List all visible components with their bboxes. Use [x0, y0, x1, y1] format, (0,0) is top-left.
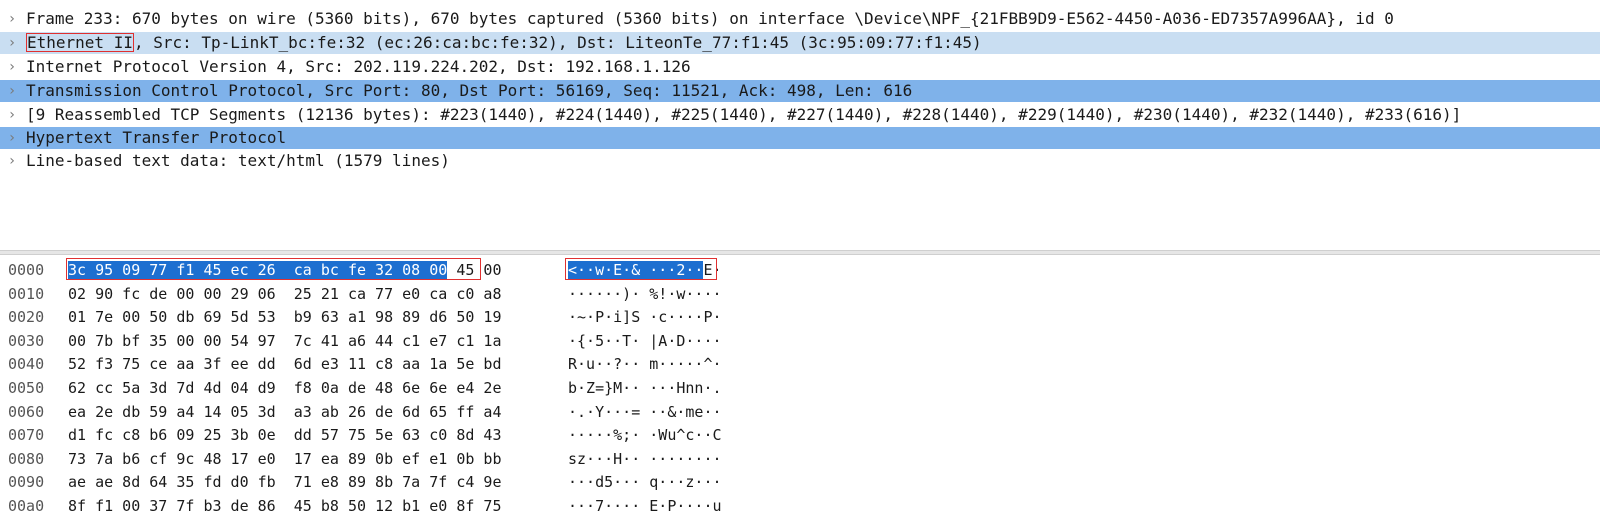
- hex-bytes[interactable]: ea 2e db 59 a4 14 05 3d a3 ab 26 de 6d 6…: [68, 401, 501, 423]
- hex-offset: 0020: [8, 308, 45, 327]
- ascii-text[interactable]: ······)· %!·w····: [568, 283, 722, 305]
- tree-item-reassembled-segments[interactable]: › [9 Reassembled TCP Segments (12136 byt…: [0, 104, 1600, 126]
- ascii-text[interactable]: b·Z=}M·· ···Hnn·.: [568, 377, 722, 399]
- ascii-text[interactable]: ···d5··· q···z···: [568, 471, 722, 493]
- hex-bytes[interactable]: 62 cc 5a 3d 7d 4d 04 d9 f8 0a de 48 6e 6…: [68, 377, 501, 399]
- hex-bytes[interactable]: 73 7a b6 cf 9c 48 17 e0 17 ea 89 0b ef e…: [68, 448, 501, 470]
- tree-item-http[interactable]: › Hypertext Transfer Protocol: [0, 127, 1600, 149]
- expand-chevron-icon[interactable]: ›: [6, 80, 18, 102]
- expand-chevron-icon[interactable]: ›: [6, 8, 18, 30]
- expand-chevron-icon[interactable]: ›: [6, 104, 18, 126]
- selected-ascii-highlight-box: [565, 258, 717, 280]
- hex-bytes[interactable]: ae ae 8d 64 35 fd d0 fb 71 e8 89 8b 7a 7…: [68, 471, 501, 493]
- hex-offset: 00a0: [8, 497, 45, 515]
- ascii-text[interactable]: ·~·P·i]S ·c····P·: [568, 306, 722, 328]
- hex-offset: 0010: [8, 284, 45, 303]
- tree-item-ethernet[interactable]: › Ethernet II, Src: Tp-LinkT_bc:fe:32 (e…: [0, 32, 1600, 54]
- hex-offset: 0060: [8, 402, 45, 421]
- tree-item-ipv4[interactable]: › Internet Protocol Version 4, Src: 202.…: [0, 56, 1600, 78]
- hex-bytes[interactable]: 01 7e 00 50 db 69 5d 53 b9 63 a1 98 89 d…: [68, 306, 501, 328]
- expand-chevron-icon[interactable]: ›: [6, 150, 18, 172]
- hex-offset: 0090: [8, 473, 45, 492]
- hex-offset: 0080: [8, 449, 45, 468]
- hex-offset: 0000: [8, 261, 45, 279]
- hex-offset: 0070: [8, 426, 45, 445]
- ascii-text[interactable]: sz···H·· ········: [568, 448, 722, 470]
- tree-item-ethernet-head: Ethernet II: [26, 33, 134, 52]
- tree-item-label: [9 Reassembled TCP Segments (12136 bytes…: [26, 105, 1462, 124]
- hex-bytes[interactable]: d1 fc c8 b6 09 25 3b 0e dd 57 75 5e 63 c…: [68, 424, 501, 446]
- packet-details-pane[interactable]: › Frame 233: 670 bytes on wire (5360 bit…: [0, 0, 1600, 255]
- tree-item-label: , Src: Tp-LinkT_bc:fe:32 (ec:26:ca:bc:fe…: [133, 33, 982, 52]
- tree-item-line-based-text[interactable]: › Line-based text data: text/html (1579 …: [0, 150, 1600, 172]
- hex-bytes[interactable]: 02 90 fc de 00 00 29 06 25 21 ca 77 e0 c…: [68, 283, 501, 305]
- packet-bytes-pane[interactable]: 0000 3c 95 09 77 f1 45 ec 26 ca bc fe 32 …: [0, 256, 1600, 515]
- expand-chevron-icon[interactable]: ›: [6, 127, 18, 149]
- ascii-text[interactable]: ·.·Y···= ··&·me··: [568, 401, 722, 423]
- tree-item-label: Internet Protocol Version 4, Src: 202.11…: [26, 57, 691, 76]
- hex-offset: 0040: [8, 355, 45, 374]
- tree-item-tcp[interactable]: › Transmission Control Protocol, Src Por…: [0, 80, 1600, 102]
- hex-offset: 0050: [8, 379, 45, 397]
- hex-bytes[interactable]: 8f f1 00 37 7f b3 de 86 45 b8 50 12 b1 e…: [68, 495, 501, 517]
- tree-item-label: Hypertext Transfer Protocol: [26, 128, 287, 147]
- expand-chevron-icon[interactable]: ›: [6, 32, 18, 54]
- hex-bytes[interactable]: 00 7b bf 35 00 00 54 97 7c 41 a6 44 c1 e…: [68, 330, 501, 352]
- selected-bytes-highlight-box: [66, 258, 481, 280]
- ascii-text[interactable]: ·····%;· ·Wu^c··C: [568, 424, 722, 446]
- ascii-text[interactable]: ···7···· E·P····u: [568, 495, 722, 517]
- tree-item-label: Transmission Control Protocol, Src Port:…: [26, 81, 913, 100]
- tree-item-label: Frame 233: 670 bytes on wire (5360 bits)…: [26, 9, 1394, 28]
- hex-bytes[interactable]: 52 f3 75 ce aa 3f ee dd 6d e3 11 c8 aa 1…: [68, 353, 501, 375]
- pane-splitter[interactable]: [0, 250, 1600, 255]
- ascii-text[interactable]: ·{·5··T· |A·D····: [568, 330, 722, 352]
- expand-chevron-icon[interactable]: ›: [6, 56, 18, 78]
- ascii-text[interactable]: R·u··?·· m·····^·: [568, 353, 722, 375]
- tree-item-frame[interactable]: › Frame 233: 670 bytes on wire (5360 bit…: [0, 8, 1600, 30]
- tree-item-label: Line-based text data: text/html (1579 li…: [26, 151, 450, 170]
- hex-offset: 0030: [8, 331, 45, 350]
